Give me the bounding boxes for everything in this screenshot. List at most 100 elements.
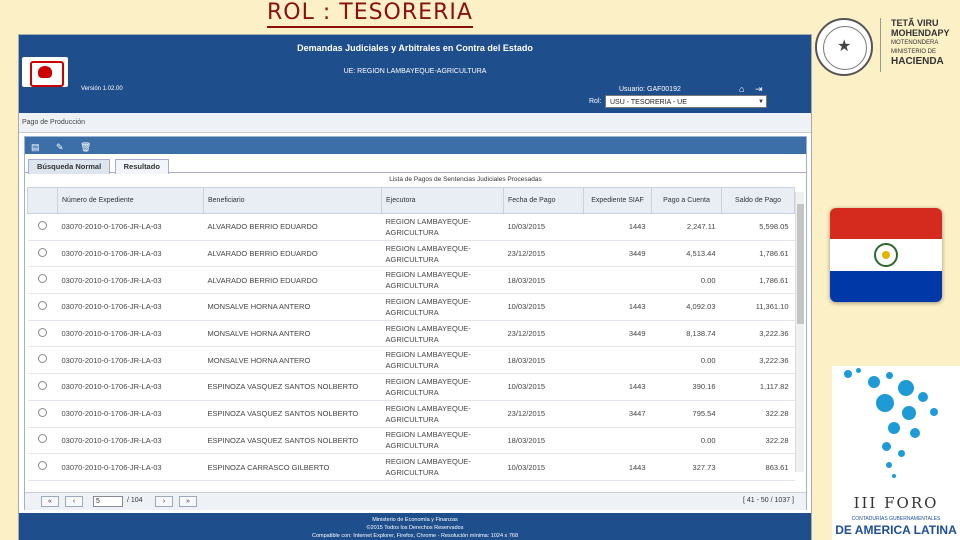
cell-expediente: 03070-2010-0-1706-JR-LA-03 [57,400,204,428]
prev-page-button[interactable]: ‹ [65,496,83,507]
col-ejecutora[interactable]: Ejecutora [381,187,504,214]
table-row[interactable]: 03070-2010-0-1706-JR-LA-03 ESPINOZA VASQU… [27,373,795,401]
table-row[interactable]: 03070-2010-0-1706-JR-LA-03 ALVARADO BERRI… [27,240,795,268]
row-select-cell [27,427,58,455]
cell-fecha-pago: 10/03/2015 [503,213,584,241]
section-title: Pago de Producción [19,113,811,133]
last-page-button[interactable]: » [179,496,197,507]
document-icon[interactable]: ▤ [31,139,40,156]
row-select-cell [27,213,58,241]
cell-pago-cuenta: 390.16 [651,373,722,401]
logout-icon[interactable]: ⇥ [755,84,763,95]
footer-line1: Ministerio de Economía y Finanzas [372,517,458,523]
table-row[interactable]: 03070-2010-0-1706-JR-LA-03 ESPINOZA VASQU… [27,427,795,455]
row-radio[interactable] [38,434,47,444]
app-footer: Ministerio de Economía y Finanzas ©2015 … [19,513,811,540]
cell-ejecutora: REGION LAMBAYEQUE-AGRICULTURA [381,320,504,348]
cell-ejecutora: REGION LAMBAYEQUE-AGRICULTURA [381,240,504,268]
table-row[interactable]: 03070-2010-0-1706-JR-LA-03 ALVARADO BERRI… [27,213,795,241]
ministry-line2: MOHENDAPY [891,28,950,38]
next-page-button[interactable]: › [155,496,173,507]
cell-beneficiario: ESPINOZA VASQUEZ SANTOS NOLBERTO [203,427,382,455]
row-radio[interactable] [38,327,47,337]
cell-beneficiario: ESPINOZA CARRASCO GILBERTO [203,453,382,481]
cell-expediente: 03070-2010-0-1706-JR-LA-03 [57,293,204,321]
col-expediente[interactable]: Número de Expediente [57,187,204,214]
rol-label: Rol: [589,98,602,105]
table-row[interactable]: 03070-2010-0-1706-JR-LA-03 MONSALVE HORNA… [27,346,795,375]
cell-fecha-pago: 10/03/2015 [503,293,584,321]
row-radio[interactable] [38,461,47,471]
row-radio[interactable] [38,354,47,364]
cell-saldo-pago: 322.28 [721,400,795,428]
table-row[interactable]: 03070-2010-0-1706-JR-LA-03 ALVARADO BERRI… [27,266,795,295]
row-radio[interactable] [38,300,47,310]
edit-icon[interactable]: ✎ [56,139,64,156]
ministry-line1: TETÃ VIRU [891,18,939,28]
row-select-cell [27,373,58,401]
rol-select[interactable]: USU - TESORERIA - UE [605,95,767,109]
cell-saldo-pago: 1,786.61 [721,240,795,268]
cell-expediente: 03070-2010-0-1706-JR-LA-03 [57,373,204,401]
col-saldo-pago[interactable]: Saldo de Pago [721,187,795,214]
cell-saldo-pago: 1,117.82 [721,373,795,401]
col-expediente-siaf[interactable]: Expediente SIAF [583,187,652,214]
cell-saldo-pago: 11,361.10 [721,293,795,321]
cell-beneficiario: ALVARADO BERRIO EDUARDO [203,266,382,295]
col-fecha-pago[interactable]: Fecha de Pago [503,187,584,214]
ministry-line5: HACIENDA [891,56,944,67]
cell-expediente: 03070-2010-0-1706-JR-LA-03 [57,213,204,241]
row-radio[interactable] [38,407,47,417]
delete-icon[interactable]: 🗑 [80,139,91,156]
footer-line2: ©2015 Todos los Derechos Reservados [366,525,464,531]
page-input[interactable]: 5 [93,496,123,507]
table-scrollbar[interactable] [795,192,804,472]
row-radio[interactable] [38,380,47,390]
foro-subtitle: CONTADURÍAS GUBERNAMENTALES [851,516,941,522]
cell-beneficiario: ESPINOZA VASQUEZ SANTOS NOLBERTO [203,373,382,401]
col-pago-cuenta[interactable]: Pago a Cuenta [651,187,722,214]
row-radio[interactable] [38,247,47,257]
first-page-button[interactable]: « [41,496,59,507]
cell-fecha-pago: 23/12/2015 [503,400,584,428]
cell-expediente: 03070-2010-0-1706-JR-LA-03 [57,453,204,481]
cell-fecha-pago: 23/12/2015 [503,240,584,268]
row-select-cell [27,293,58,321]
cell-ejecutora: REGION LAMBAYEQUE-AGRICULTURA [381,453,504,481]
results-panel: ▤ ✎ 🗑 Búsqueda Normal Resultado Lista de… [24,136,807,510]
page-total: / 104 [127,497,143,504]
cell-expediente-siaf: 3449 [583,240,652,268]
cell-fecha-pago: 18/03/2015 [503,427,584,455]
pagination: « ‹ 5 / 104 › » [ 41 - 50 / 1037 ] [25,492,806,510]
foro-title: III FORO [853,494,939,512]
page-info: [ 41 - 50 / 1037 ] [743,497,794,504]
table-row[interactable]: 03070-2010-0-1706-JR-LA-03 ESPINOZA CARRA… [27,453,795,481]
cell-fecha-pago: 10/03/2015 [503,453,584,481]
row-select-cell [27,320,58,348]
cell-ejecutora: REGION LAMBAYEQUE-AGRICULTURA [381,213,504,241]
table-row[interactable]: 03070-2010-0-1706-JR-LA-03 ESPINOZA VASQU… [27,400,795,428]
table-row[interactable]: 03070-2010-0-1706-JR-LA-03 MONSALVE HORNA… [27,320,795,348]
cell-saldo-pago: 3,222.36 [721,346,795,375]
cell-fecha-pago: 10/03/2015 [503,373,584,401]
cell-saldo-pago: 1,786.61 [721,266,795,295]
cell-ejecutora: REGION LAMBAYEQUE-AGRICULTURA [381,346,504,375]
cell-expediente-siaf: 3447 [583,400,652,428]
cell-expediente: 03070-2010-0-1706-JR-LA-03 [57,266,204,295]
row-radio[interactable] [38,274,47,284]
cell-expediente-siaf: 1443 [583,213,652,241]
home-icon[interactable]: ⌂ [739,84,744,94]
tab-resultado[interactable]: Resultado [114,159,169,174]
table-row[interactable]: 03070-2010-0-1706-JR-LA-03 MONSALVE HORNA… [27,293,795,321]
cell-pago-cuenta: 795.54 [651,400,722,428]
col-beneficiario[interactable]: Beneficiario [203,187,382,214]
scrollbar-thumb[interactable] [797,204,804,324]
slide-title: ROL : TESORERIA [267,0,473,28]
cell-pago-cuenta: 8,138.74 [651,320,722,348]
cell-fecha-pago: 18/03/2015 [503,346,584,375]
cell-ejecutora: REGION LAMBAYEQUE-AGRICULTURA [381,373,504,401]
tab-busqueda-normal[interactable]: Búsqueda Normal [28,159,111,174]
row-radio[interactable] [38,220,47,230]
row-select-cell [27,453,58,481]
col-select [27,187,58,214]
